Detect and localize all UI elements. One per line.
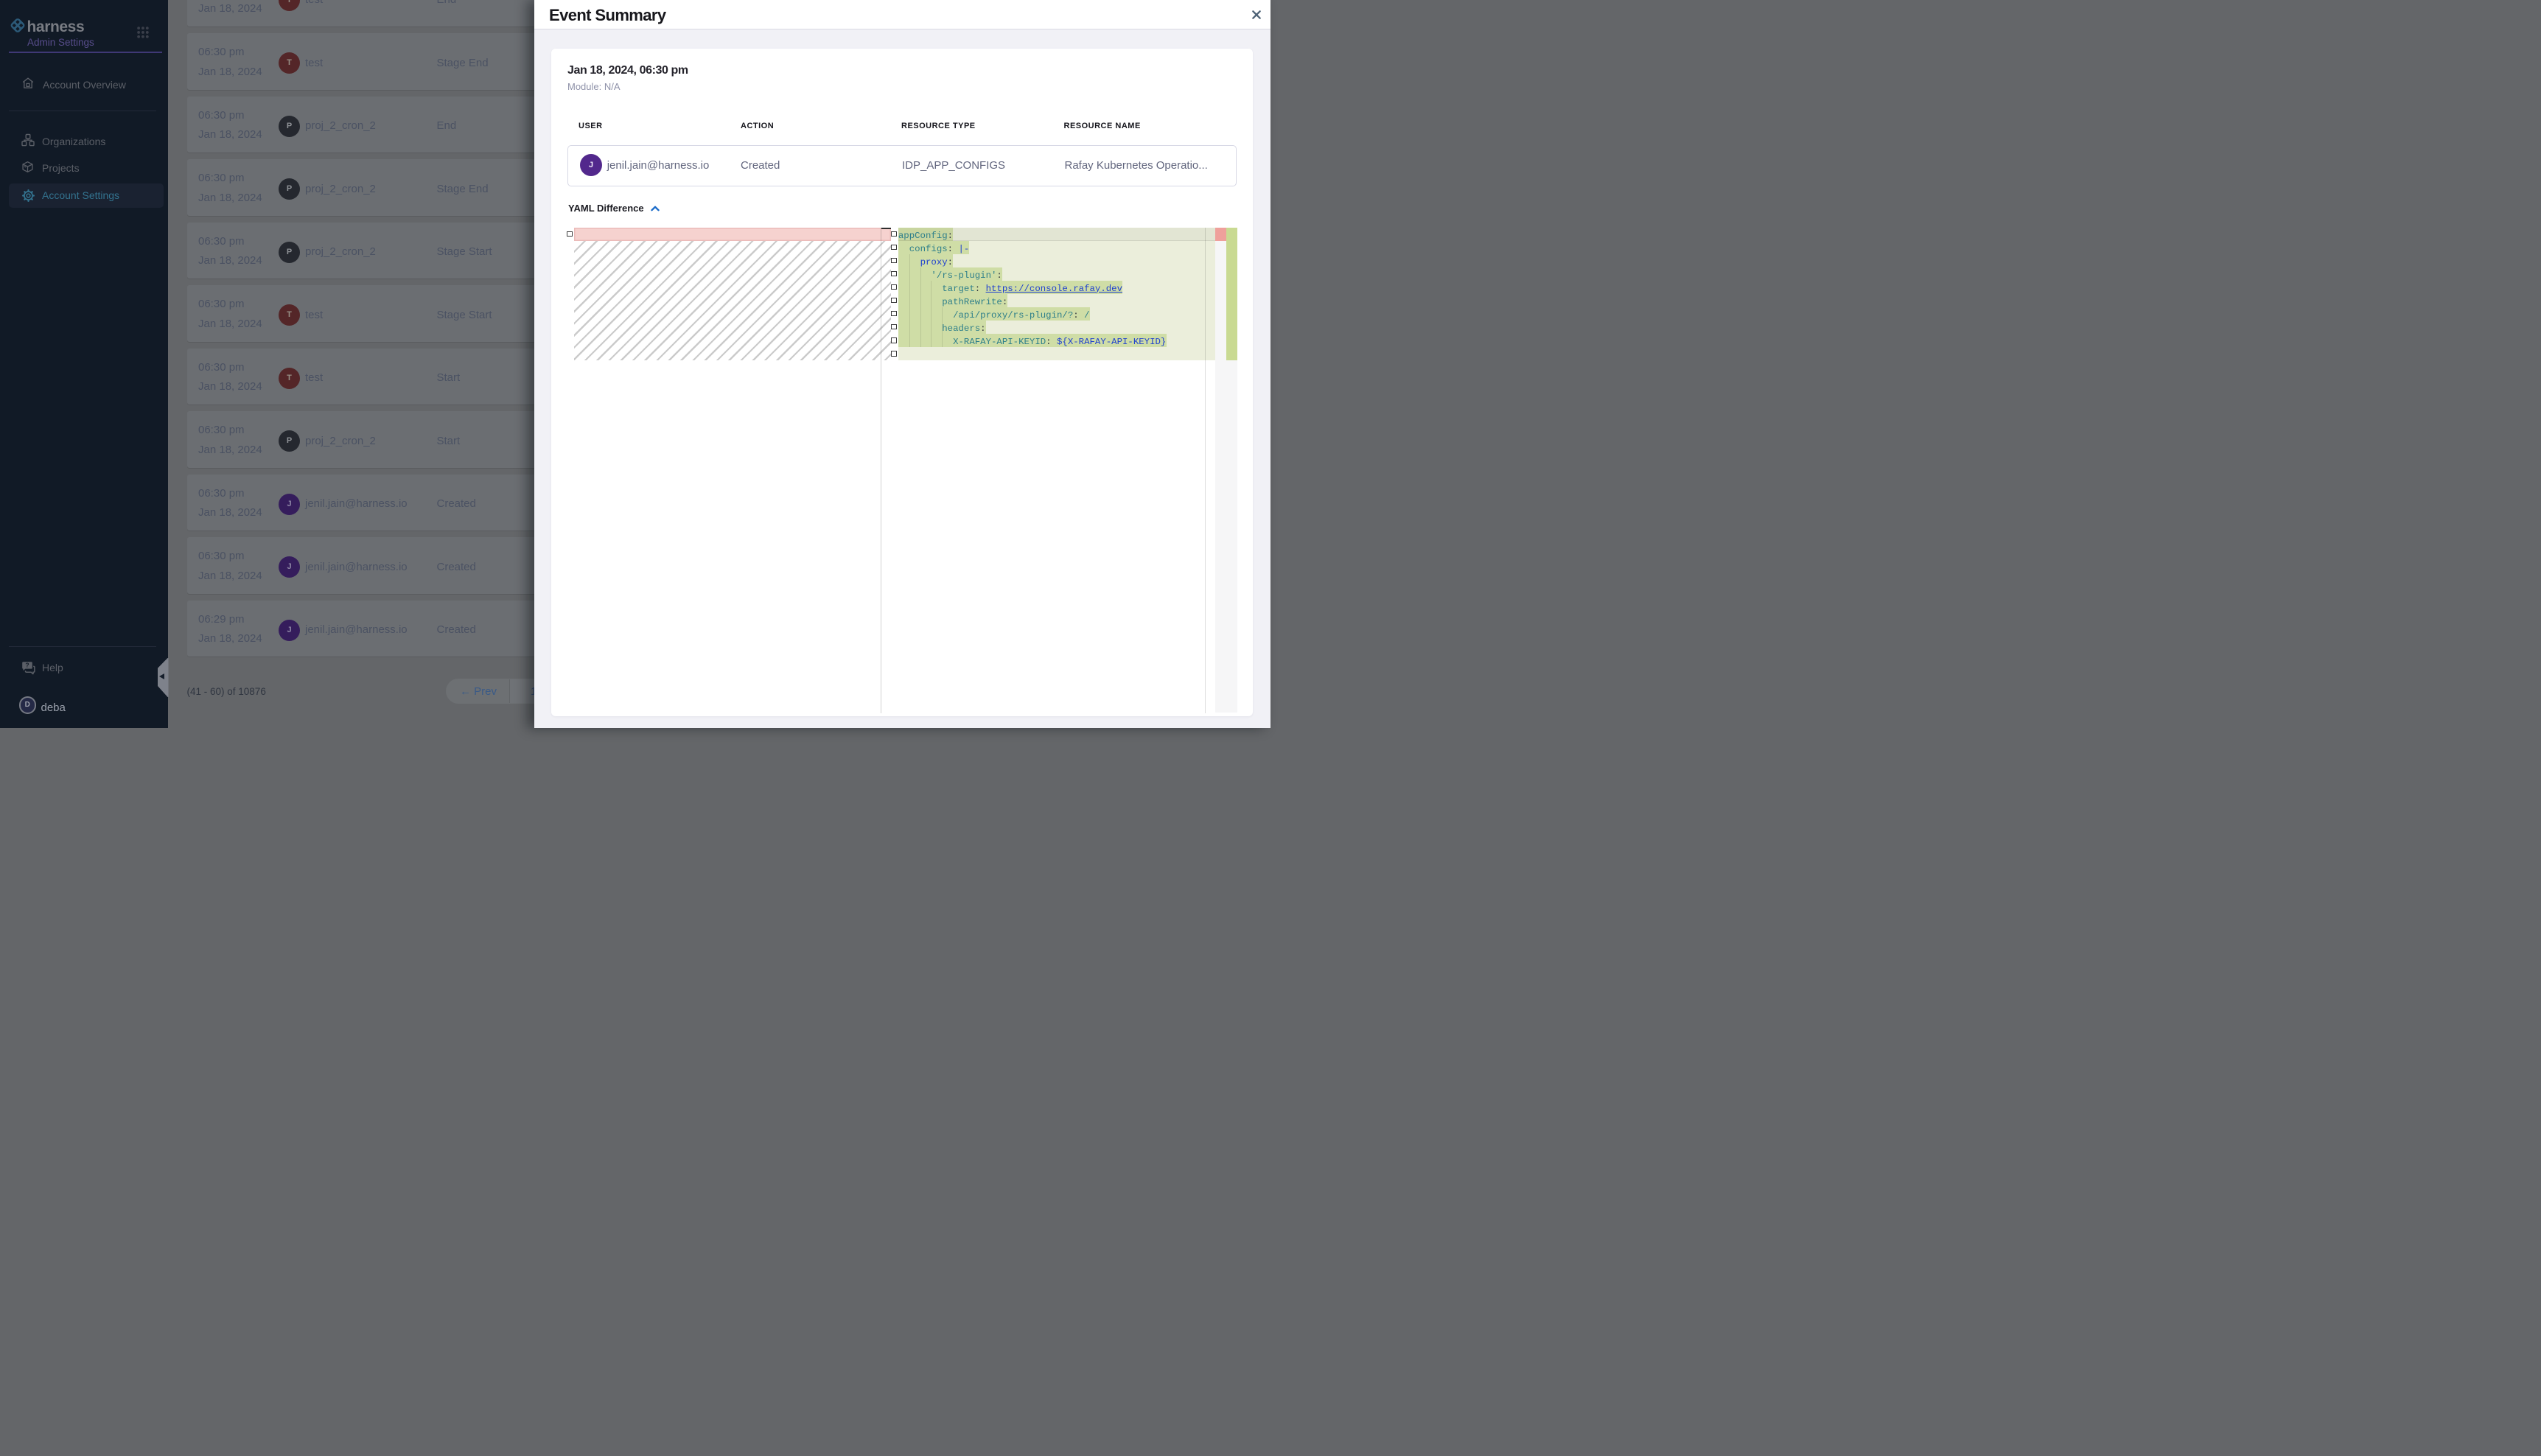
- svg-text:?: ?: [25, 661, 29, 668]
